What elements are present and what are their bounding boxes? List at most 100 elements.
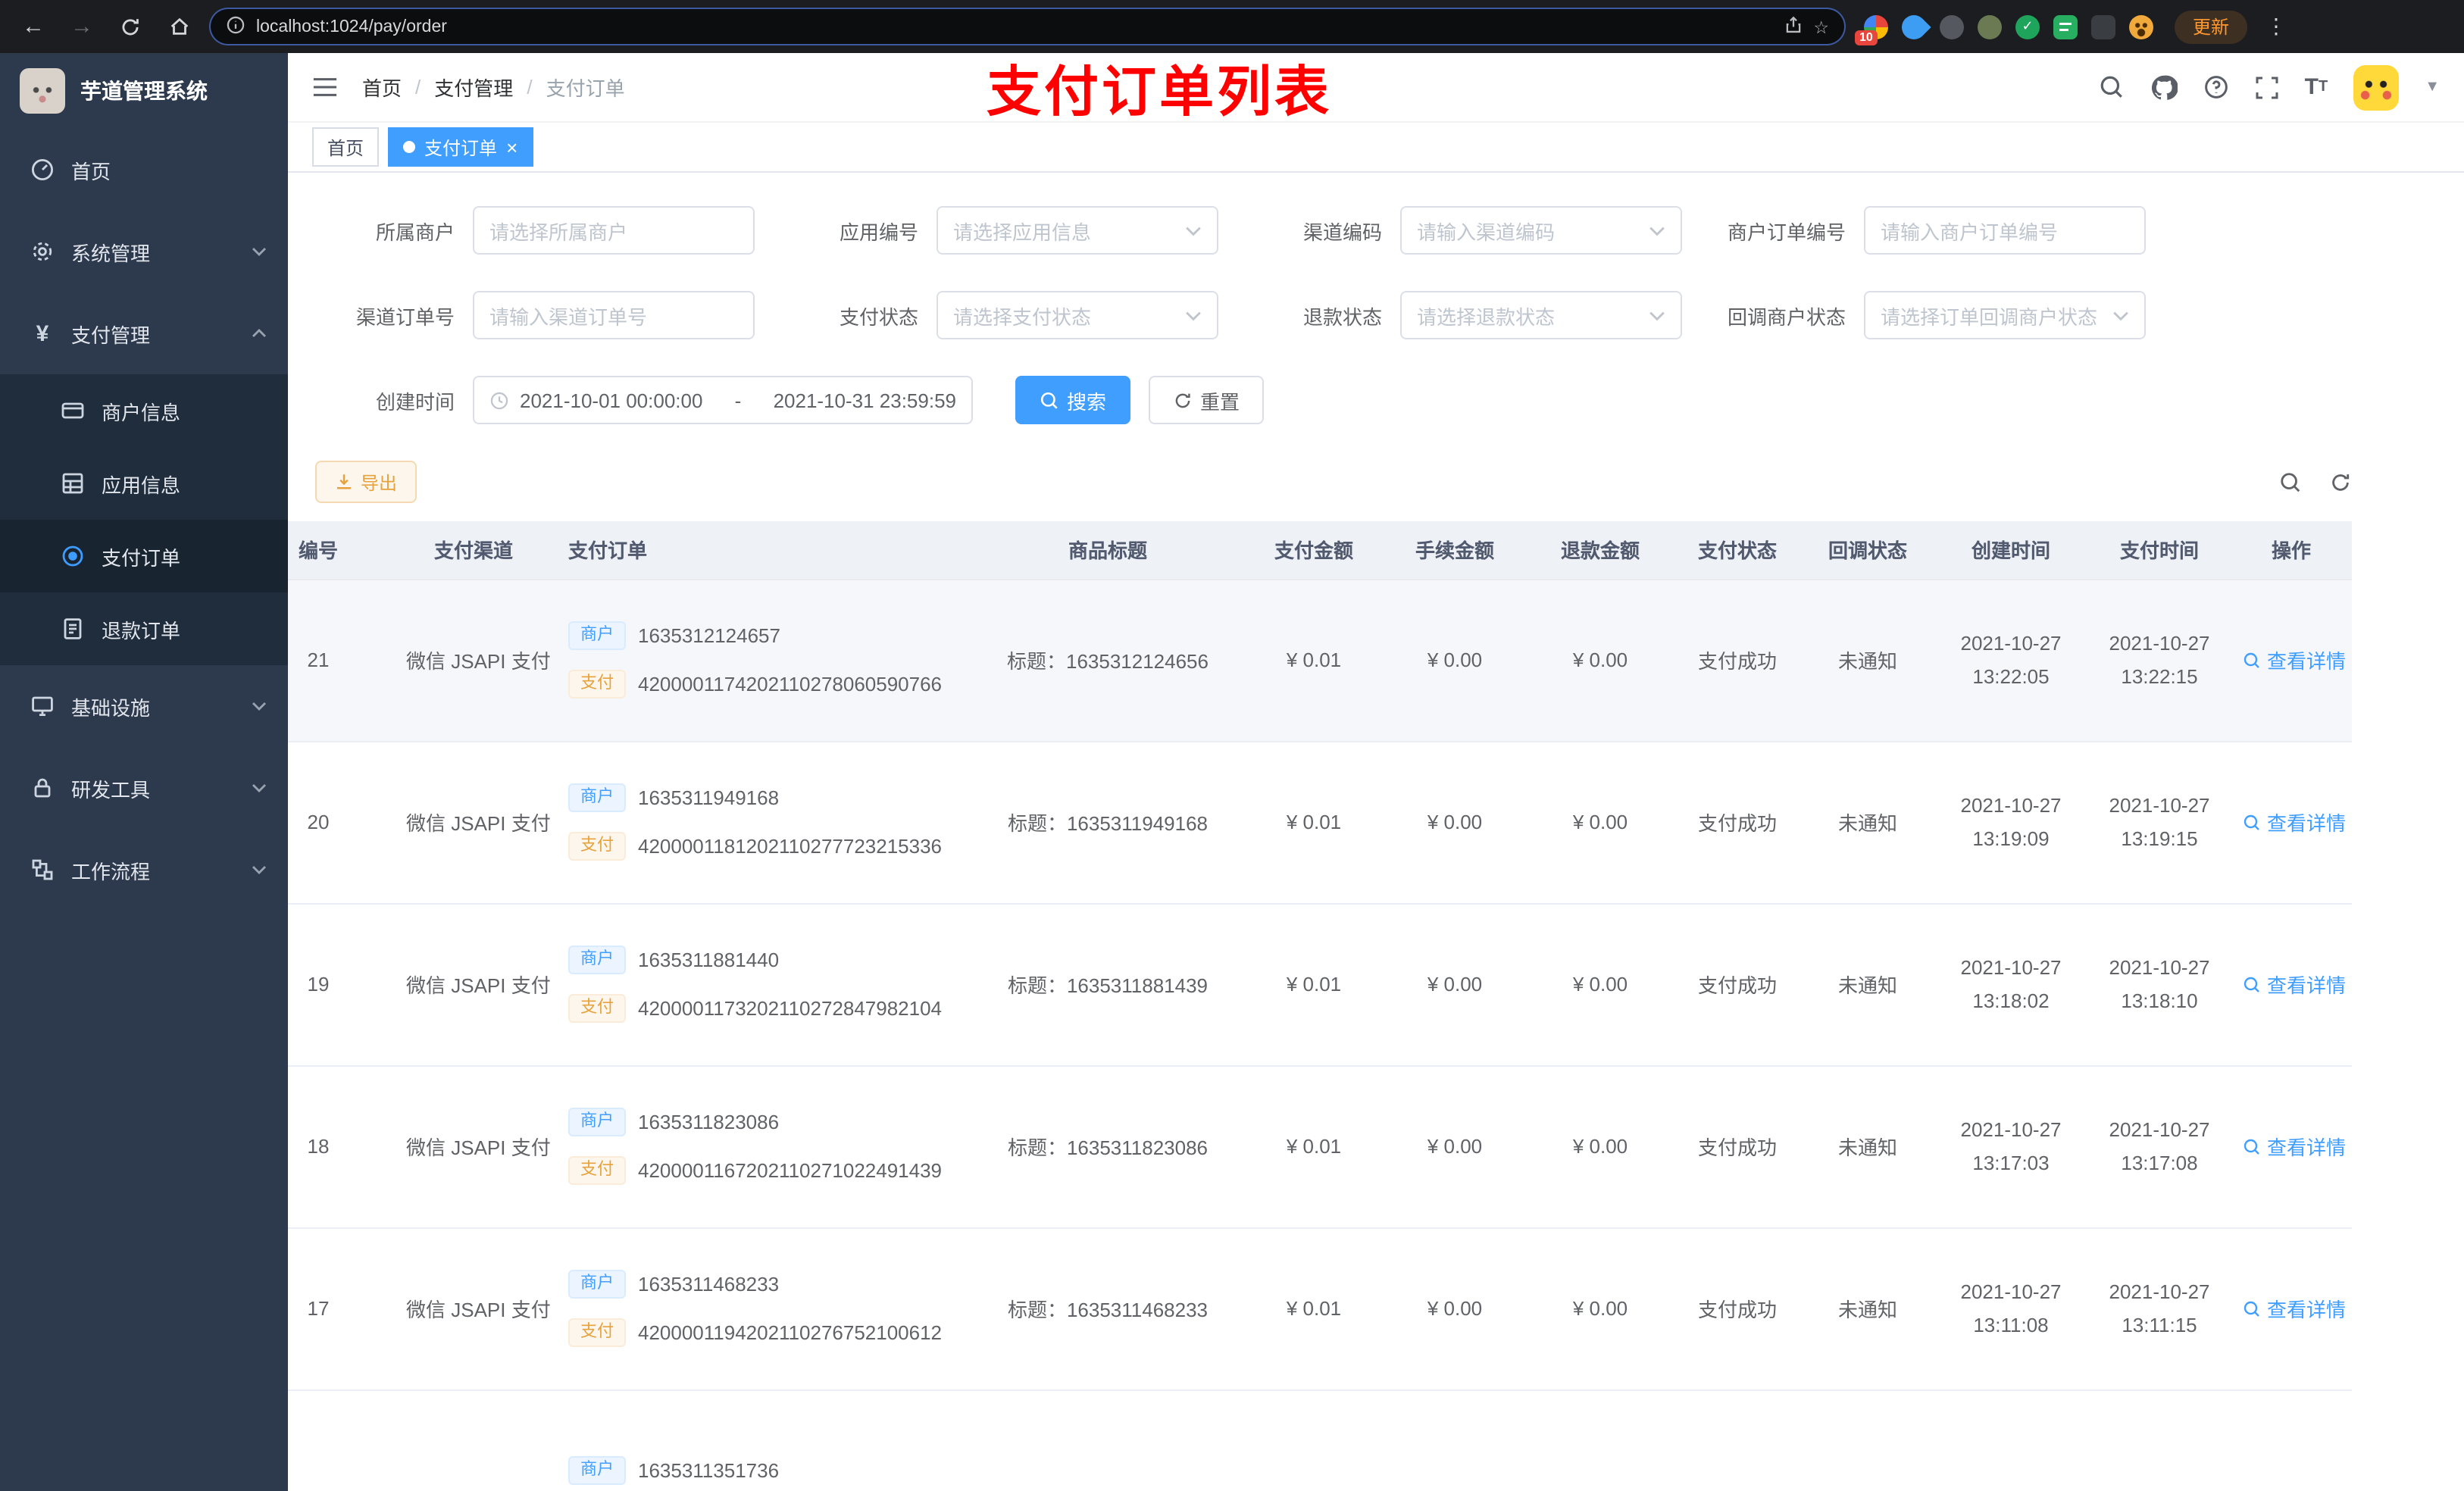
view-detail-link[interactable]: 查看详情 xyxy=(2243,1294,2346,1323)
avatar-caret-icon[interactable]: ▼ xyxy=(2425,79,2440,95)
reset-button[interactable]: 重置 xyxy=(1149,376,1265,424)
table-row[interactable]: 19 微信 JSAPI 支付 商户 1635311881440 支付 42000… xyxy=(288,903,2352,1066)
share-icon[interactable] xyxy=(1783,14,1803,39)
extension-icon-dark[interactable] xyxy=(1940,14,1964,39)
site-info-icon[interactable] xyxy=(226,14,245,39)
view-detail-link[interactable]: 查看详情 xyxy=(2243,808,2346,836)
table-row[interactable]: 17 微信 JSAPI 支付 商户 1635311468233 支付 42000… xyxy=(288,1227,2352,1390)
merchant-order-no-input[interactable]: 请输入商户订单编号 xyxy=(1864,206,2146,255)
channel-pay-no: 4200001174202110278060590766 xyxy=(638,673,943,695)
extensions-puzzle-icon[interactable] xyxy=(2091,14,2115,39)
font-size-icon[interactable]: TT xyxy=(2305,76,2328,98)
fullscreen-icon[interactable] xyxy=(2255,75,2279,99)
sidebar-item-label: 支付订单 xyxy=(102,546,181,569)
sidebar-item-app-info[interactable]: 应用信息 xyxy=(0,447,288,520)
sidebar-item-pay[interactable]: ¥ 支付管理 xyxy=(0,292,288,374)
extension-icon-chat[interactable] xyxy=(2053,14,2078,39)
extension-icon-drop[interactable] xyxy=(1896,9,1931,44)
profile-avatar-icon[interactable] xyxy=(2129,14,2153,39)
pay-status: 支付成功 xyxy=(1673,903,1802,1066)
help-icon[interactable] xyxy=(2203,74,2229,100)
column-header: 手续金额 xyxy=(1382,521,1527,580)
sidebar-item-merchant-info[interactable]: 商户信息 xyxy=(0,374,288,447)
placeholder: 请输入渠道编码 xyxy=(1417,220,1556,243)
merchant-tag: 商户 xyxy=(568,1456,626,1485)
column-header: 回调状态 xyxy=(1802,521,1934,580)
sidebar: 芋道管理系统 首页 系统管理 ¥ 支付管理 商户信息 应用信息 支付订单 退款订… xyxy=(0,53,288,1491)
export-button-label: 导出 xyxy=(361,472,398,493)
extension-cluster: 10 ✓ xyxy=(1855,9,2153,45)
breadcrumb-home[interactable]: 首页 xyxy=(362,73,402,102)
toggle-search-icon[interactable] xyxy=(2279,470,2302,493)
reset-button-label: 重置 xyxy=(1200,390,1240,413)
chevron-down-icon xyxy=(252,783,267,792)
sidebar-item-home[interactable]: 首页 xyxy=(0,129,288,211)
extension-icon-check[interactable]: ✓ xyxy=(2015,14,2040,39)
extension-icon-olive[interactable] xyxy=(1978,14,2002,39)
view-detail-link[interactable]: 查看详情 xyxy=(2243,970,2346,999)
browser-update-button[interactable]: 更新 xyxy=(2175,10,2248,43)
sidebar-item-infra[interactable]: 基础设施 xyxy=(0,665,288,747)
search-icon[interactable] xyxy=(2099,74,2125,100)
table-row[interactable]: 20 微信 JSAPI 支付 商户 1635311949168 支付 42000… xyxy=(288,741,2352,904)
pay-channel: 微信 JSAPI 支付 xyxy=(394,1227,553,1390)
browser-reload-icon[interactable] xyxy=(112,8,149,45)
main-area: 首页 / 支付管理 / 支付订单 支付订单列表 T T ▼ 首页 支付订单 × … xyxy=(288,53,2464,1491)
tab-pay-order[interactable]: 支付订单 × xyxy=(388,127,533,167)
order-id: 21 xyxy=(288,579,394,742)
pay-time: 2021-10-27 13:17:08 xyxy=(2088,1065,2231,1228)
pay-status-select[interactable]: 请选择支付状态 xyxy=(937,291,1218,339)
url-bar[interactable]: localhost:1024/pay/order ☆ xyxy=(209,8,1846,45)
gear-icon xyxy=(30,239,55,264)
browser-forward-icon[interactable]: → xyxy=(64,8,100,45)
column-header: 支付渠道 xyxy=(394,521,553,580)
pay-order-cell: 商户 1635311823086 支付 42000011672021102710… xyxy=(553,1065,970,1228)
sidebar-collapse-icon[interactable] xyxy=(312,76,338,98)
browser-back-icon[interactable]: ← xyxy=(15,8,52,45)
sidebar-item-workflow[interactable]: 工作流程 xyxy=(0,829,288,911)
view-detail-link[interactable]: 查看详情 xyxy=(2243,1132,2346,1161)
view-detail-link[interactable]: 查看详情 xyxy=(2243,645,2346,674)
create-time: 2021-10-27 13:19:09 xyxy=(1934,741,2088,904)
page-header: 首页 / 支付管理 / 支付订单 支付订单列表 T T ▼ xyxy=(288,53,2464,123)
sidebar-item-refund-order[interactable]: 退款订单 xyxy=(0,592,288,665)
notify-status-select[interactable]: 请选择订单回调商户状态 xyxy=(1864,291,2146,339)
goods-title: 标题：1635311949168 xyxy=(970,741,1246,904)
search-button[interactable]: 搜索 xyxy=(1015,376,1131,424)
extension-icon-colorful[interactable]: 10 xyxy=(1855,14,1888,45)
sidebar-item-dev-tools[interactable]: 研发工具 xyxy=(0,747,288,829)
sidebar-item-pay-order[interactable]: 支付订单 xyxy=(0,520,288,592)
orders-table: 编号 支付渠道 支付订单 商品标题 支付金额 手续金额 退款金额 支付状态 回调状态 创建时间 支付… xyxy=(288,521,2464,1491)
tab-home[interactable]: 首页 xyxy=(312,127,380,167)
table-row[interactable]: 商户 1635311351736 xyxy=(288,1389,2352,1491)
user-avatar[interactable] xyxy=(2353,64,2400,110)
channel-order-no-input[interactable]: 请输入渠道订单号 xyxy=(473,291,755,339)
channel-code-select[interactable]: 请输入渠道编码 xyxy=(1400,206,1682,255)
merchant-select[interactable]: 请选择所属商户 xyxy=(473,206,755,255)
app-select[interactable]: 请选择应用信息 xyxy=(937,206,1218,255)
placeholder: 请选择应用信息 xyxy=(953,220,1092,243)
export-button[interactable]: 导出 xyxy=(315,461,417,503)
tab-close-icon[interactable]: × xyxy=(506,137,518,157)
browser-home-icon[interactable] xyxy=(161,8,197,45)
breadcrumb-pay[interactable]: 支付管理 xyxy=(434,73,513,102)
sidebar-item-system[interactable]: 系统管理 xyxy=(0,211,288,292)
url-text[interactable]: localhost:1024/pay/order xyxy=(256,17,1772,36)
pay-channel: 微信 JSAPI 支付 xyxy=(394,903,553,1066)
table-row[interactable]: 21 微信 JSAPI 支付 商户 1635312124657 支付 42000… xyxy=(288,579,2352,742)
sidebar-item-label: 商户信息 xyxy=(102,401,181,424)
pay-tag: 支付 xyxy=(568,1156,626,1185)
create-time-range-picker[interactable]: 2021-10-01 00:00:00 - 2021-10-31 23:59:5… xyxy=(473,376,973,424)
browser-menu-icon[interactable]: ⋮ xyxy=(2265,14,2287,39)
refresh-table-icon[interactable] xyxy=(2329,470,2352,493)
bookmark-star-icon[interactable]: ☆ xyxy=(1813,16,1829,37)
table-row[interactable]: 18 微信 JSAPI 支付 商户 1635311823086 支付 42000… xyxy=(288,1065,2352,1228)
refund-status-select[interactable]: 请选择退款状态 xyxy=(1400,291,1682,339)
breadcrumb: 首页 / 支付管理 / 支付订单 xyxy=(362,73,625,102)
app-logo-row[interactable]: 芋道管理系统 xyxy=(0,53,288,129)
toolbar-right-icons xyxy=(2279,470,2352,493)
chevron-down-icon xyxy=(252,702,267,711)
chevron-down-icon xyxy=(1649,310,1665,320)
monitor-icon xyxy=(30,694,55,718)
github-icon[interactable] xyxy=(2150,73,2178,101)
